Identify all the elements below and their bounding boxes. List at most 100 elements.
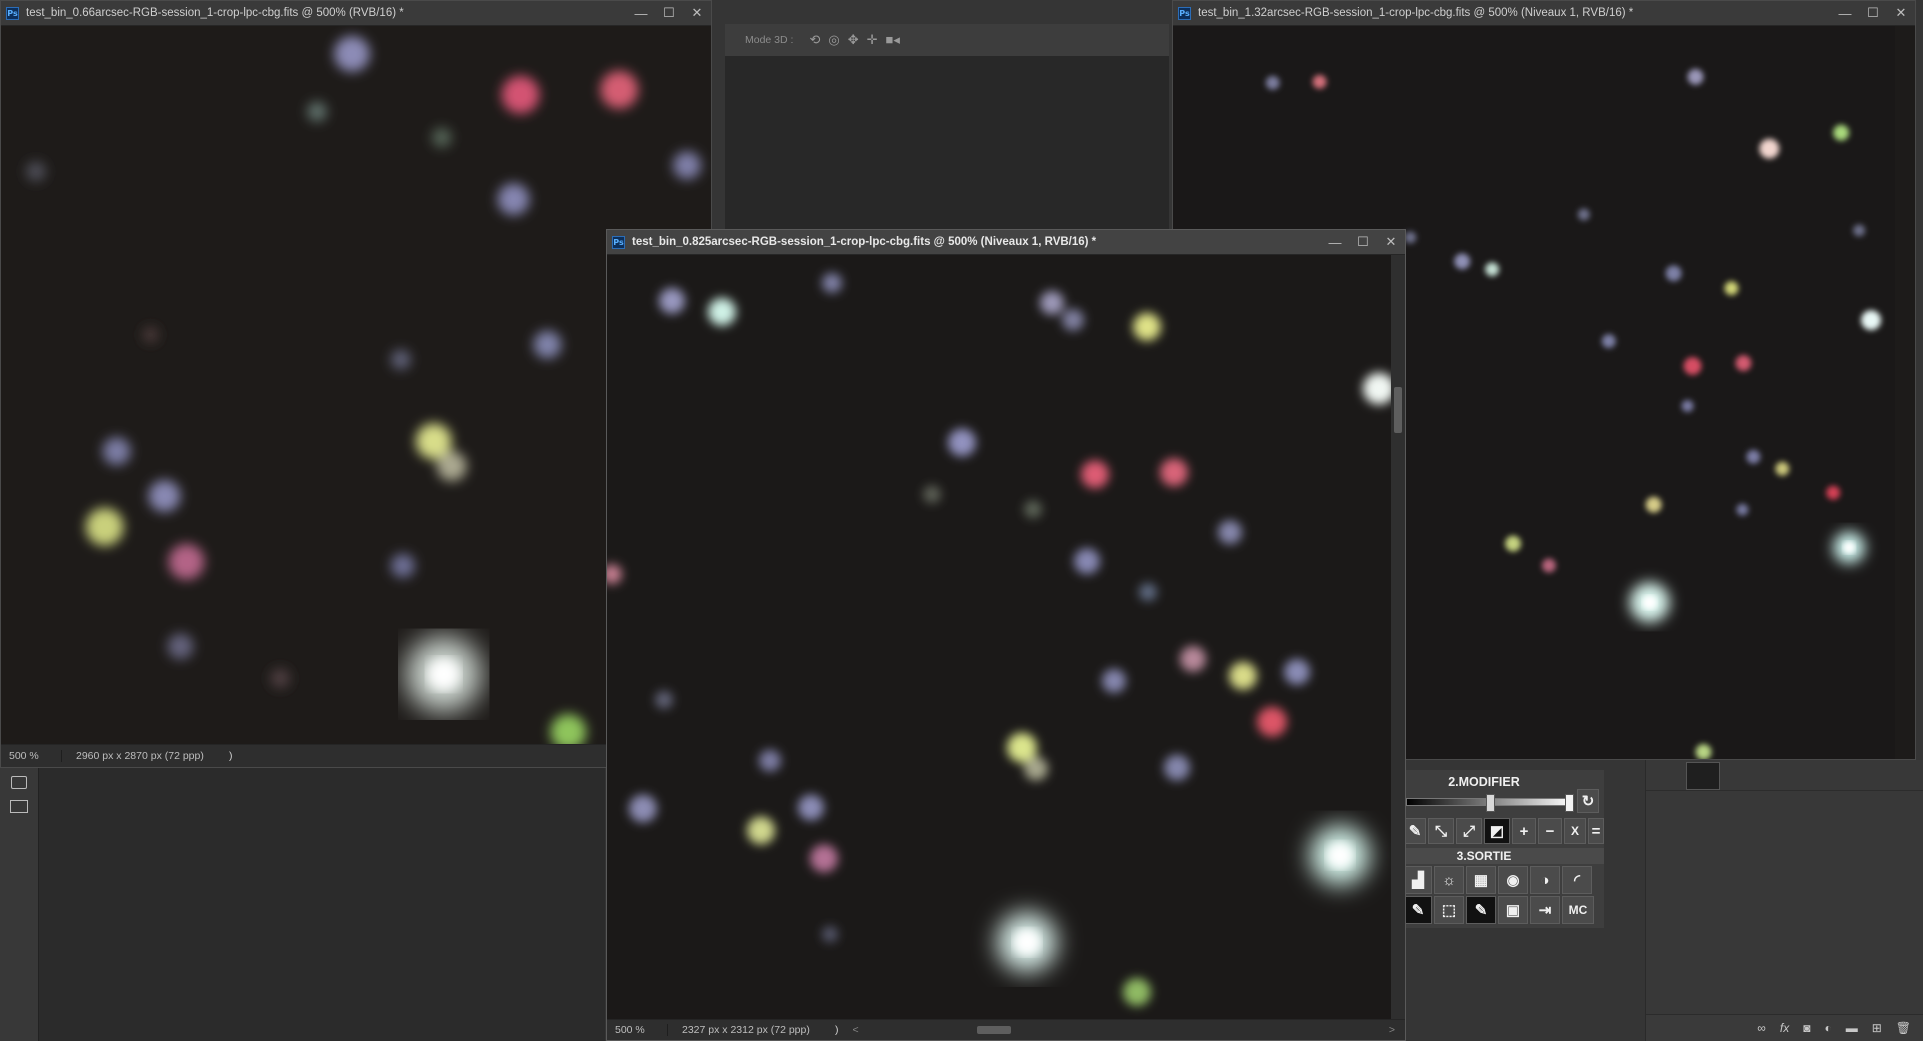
brightness-icon: ☼ — [1442, 871, 1456, 889]
modify-section-title: 2.MODIFIER — [1448, 775, 1520, 789]
minimize-button[interactable]: — — [1831, 1, 1859, 25]
slider-thumb-left[interactable] — [1486, 794, 1495, 812]
screen-mode-icon[interactable] — [10, 800, 28, 813]
reset-button[interactable]: ↻ — [1577, 789, 1599, 813]
mc-button[interactable]: MC — [1562, 896, 1594, 924]
mask-button[interactable]: ◩ — [1484, 818, 1510, 844]
selection-icon: ⬚ — [1441, 902, 1457, 919]
halfmoon-icon: ◑ — [1540, 871, 1550, 889]
camera-icon: ◉ — [1506, 872, 1520, 889]
ps-icon: Ps — [1178, 6, 1191, 20]
paint-dark-button[interactable]: ✎ — [1466, 896, 1496, 924]
contract-button[interactable]: ⤢ — [1456, 818, 1482, 844]
contract-icon: ⤢ — [1462, 822, 1475, 840]
close-button[interactable]: ✕ — [683, 1, 711, 25]
hscroll-right-arrow[interactable]: > — [1389, 1024, 1395, 1036]
empty-workspace-left — [0, 768, 605, 1041]
vertical-scroll-thumb[interactable] — [1394, 387, 1402, 433]
title-bar[interactable]: Ps test_bin_1.32arcsec-RGB-session_1-cro… — [1173, 1, 1915, 26]
pan-3d-icon[interactable]: ✥ — [848, 32, 859, 48]
layers-panel: ∞ fx ◙ ◐ ▬ ⊞ 🗑 — [1645, 760, 1923, 1041]
mode-3d-bar: Mode 3D : ⟲ ◎ ✥ ✛ ■◂ — [725, 24, 1169, 56]
roll-3d-icon[interactable]: ◎ — [828, 32, 839, 48]
mask-icon: ◩ — [1489, 823, 1505, 840]
new-image-button[interactable]: ▣ — [1498, 896, 1528, 924]
brush-icon: ✎ — [1408, 823, 1422, 840]
film-icon: ▦ — [1473, 872, 1489, 889]
vertical-scrollbar[interactable] — [1391, 255, 1405, 1020]
status-menu-arrow[interactable]: ) — [221, 750, 233, 762]
slide-3d-icon[interactable]: ✛ — [867, 32, 878, 48]
layer-row[interactable] — [1646, 760, 1923, 791]
expand-icon: ⤡ — [1434, 822, 1447, 840]
frame-icon[interactable] — [11, 776, 27, 789]
expand-button[interactable]: ⤡ — [1428, 818, 1454, 844]
strength-slider[interactable] — [1406, 794, 1574, 812]
selection-button[interactable]: ⬚ — [1434, 896, 1464, 924]
brush-button[interactable]: ✎ — [1404, 818, 1426, 844]
window-title: test_bin_0.66arcsec-RGB-session_1-crop-l… — [26, 7, 404, 19]
close-button[interactable]: ✕ — [1887, 1, 1915, 25]
op-plus-button[interactable]: + — [1512, 818, 1536, 844]
plugin-panel: 2.MODIFIER ↻ ✎ ⤡ ⤢ ◩ + − X = 3.SORTIE ▟ … — [1404, 770, 1604, 928]
left-toolstrip — [0, 768, 39, 1041]
film-button[interactable]: ▦ — [1466, 866, 1496, 894]
mode-3d-label: Mode 3D : — [745, 34, 794, 46]
maximize-button[interactable]: ☐ — [1859, 1, 1887, 25]
star-image — [1, 26, 711, 745]
document-window-center[interactable]: Ps test_bin_0.825arcsec-RGB-session_1-cr… — [606, 229, 1406, 1041]
slider-thumb-right[interactable] — [1565, 794, 1574, 812]
halfmoon-button[interactable]: ◑ — [1530, 866, 1560, 894]
camera-3d-icon[interactable]: ■◂ — [886, 32, 900, 48]
window-title: test_bin_1.32arcsec-RGB-session_1-crop-l… — [1198, 7, 1634, 19]
export-button[interactable]: ⇥ — [1530, 896, 1560, 924]
histogram-icon: ▟ — [1412, 872, 1424, 889]
rotate-3d-icon[interactable]: ⟲ — [809, 32, 820, 48]
horizontal-scroll-thumb[interactable] — [976, 1026, 1011, 1034]
layers-footer: ∞ fx ◙ ◐ ▬ ⊞ 🗑 — [1646, 1014, 1923, 1041]
op-minus-button[interactable]: − — [1538, 818, 1562, 844]
trash-icon[interactable]: 🗑 — [1896, 1021, 1911, 1035]
zoom-level[interactable]: 500 % — [607, 1024, 668, 1036]
histogram-button[interactable]: ▟ — [1404, 866, 1432, 894]
image-icon: ▣ — [1505, 902, 1521, 919]
close-button[interactable]: ✕ — [1377, 230, 1405, 254]
status-bar: 500 % 2960 px x 2870 px (72 ppp) ) — [1, 744, 711, 767]
brightness-button[interactable]: ☼ — [1434, 866, 1464, 894]
zoom-level[interactable]: 500 % — [1, 750, 62, 762]
link-icon[interactable]: ∞ — [1757, 1021, 1766, 1035]
mode-3d-pane: Mode 3D : ⟲ ◎ ✥ ✛ ■◂ — [725, 24, 1169, 230]
camera-button[interactable]: ◉ — [1498, 866, 1528, 894]
status-bar: 500 % 2327 px x 2312 px (72 ppp) ) < > — [607, 1019, 1405, 1040]
folder-icon[interactable]: ▬ — [1846, 1021, 1858, 1035]
minimize-button[interactable]: — — [1321, 230, 1349, 254]
export-icon: ⇥ — [1538, 902, 1552, 919]
op-multiply-button[interactable]: X — [1564, 818, 1586, 844]
title-bar[interactable]: Ps test_bin_0.825arcsec-RGB-session_1-cr… — [607, 230, 1405, 255]
layer-mask-icon[interactable]: ◙ — [1803, 1021, 1810, 1035]
maximize-button[interactable]: ☐ — [1349, 230, 1377, 254]
maximize-button[interactable]: ☐ — [655, 1, 683, 25]
fx-icon[interactable]: fx — [1780, 1021, 1789, 1035]
status-menu-arrow[interactable]: ) — [827, 1024, 839, 1036]
document-dimensions: 2327 px x 2312 px (72 ppp) — [682, 1024, 810, 1036]
hscroll-left-arrow[interactable]: < — [853, 1024, 859, 1036]
paint-icon: ◜ — [1574, 872, 1580, 889]
adjustment-icon[interactable]: ◐ — [1824, 1021, 1831, 1035]
image-canvas[interactable] — [607, 255, 1391, 1020]
minimize-button[interactable]: — — [627, 1, 655, 25]
curve-button[interactable]: ◜ — [1562, 866, 1592, 894]
new-layer-icon[interactable]: ⊞ — [1872, 1021, 1882, 1035]
brush-icon: ✎ — [1474, 902, 1488, 919]
reset-icon: ↻ — [1581, 793, 1595, 810]
op-equal-button[interactable]: = — [1588, 818, 1604, 844]
layer-thumbnail — [1686, 762, 1720, 790]
image-canvas[interactable] — [1, 26, 711, 745]
ps-icon: Ps — [6, 6, 19, 20]
window-title: test_bin_0.825arcsec-RGB-session_1-crop-… — [632, 236, 1097, 248]
star-image — [607, 255, 1391, 1020]
paint-button[interactable]: ✎ — [1404, 896, 1432, 924]
document-dimensions: 2960 px x 2870 px (72 ppp) — [76, 750, 204, 762]
title-bar[interactable]: Ps test_bin_0.66arcsec-RGB-session_1-cro… — [1, 1, 711, 26]
horizontal-scrollbar[interactable] — [867, 1024, 1381, 1036]
